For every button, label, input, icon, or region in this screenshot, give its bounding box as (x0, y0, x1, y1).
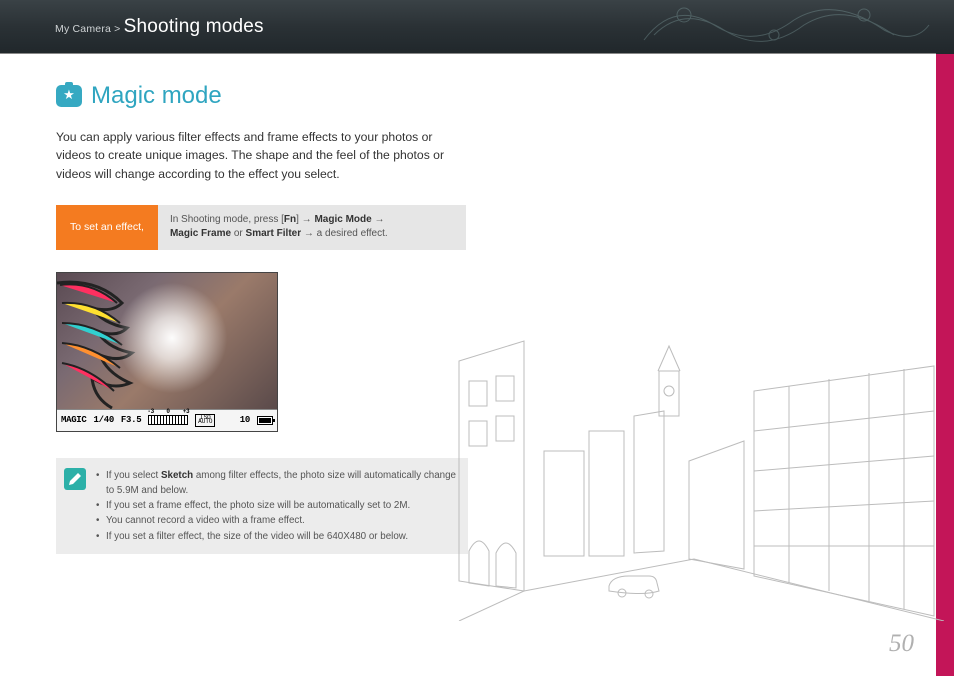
instr-pre: In Shooting mode, press [ (170, 214, 284, 225)
instr-or: or (234, 228, 243, 239)
instruction-body: In Shooting mode, press [Fn] → Magic Mod… (158, 205, 466, 250)
note-text: You cannot record a video with a frame e… (106, 515, 305, 526)
breadcrumb-prefix: My Camera > (55, 23, 121, 35)
list-item: If you set a frame effect, the photo siz… (96, 498, 458, 513)
instr-fn: Fn (284, 214, 296, 225)
page-number: 50 (889, 630, 914, 658)
pen-note-icon (64, 468, 86, 490)
status-shutter: 1/40 (94, 415, 114, 425)
preview-image (57, 273, 277, 409)
instr-post: → a desired effect. (304, 228, 388, 239)
iso-value: AUTO (196, 420, 214, 425)
breadcrumb: My Camera > Shooting modes (55, 16, 264, 38)
breadcrumb-section: Shooting modes (124, 16, 264, 37)
camera-star-icon: ★ (56, 85, 82, 107)
instruction-label: To set an effect, (56, 205, 158, 250)
instr-bold3: Smart Filter (246, 228, 302, 239)
instr-bold1: Magic Mode (314, 214, 371, 225)
instr-postfn: ] → (296, 214, 312, 225)
list-item: If you select Sketch among filter effect… (96, 468, 458, 498)
exposure-meter-icon: -3 0 +3 (148, 415, 188, 425)
instr-arrow1: → (374, 214, 384, 225)
title-row: ★ Magic mode (56, 82, 474, 110)
note-text: If you set a frame effect, the photo siz… (106, 500, 410, 511)
header-decoration (634, 0, 934, 60)
intro-paragraph: You can apply various filter effects and… (56, 128, 446, 183)
battery-icon (257, 416, 273, 425)
iso-indicator: ISO AUTO (195, 414, 215, 428)
notes-list: If you select Sketch among filter effect… (96, 468, 458, 544)
note-text: If you select (106, 470, 161, 481)
ev-left: -3 (147, 408, 154, 415)
page-title: Magic mode (91, 82, 222, 110)
note-text: If you set a filter effect, the size of … (106, 531, 408, 542)
status-mode: MAGIC (61, 415, 87, 425)
notes-box: If you select Sketch among filter effect… (56, 458, 468, 554)
status-count: 10 (240, 415, 250, 425)
camera-status-bar: MAGIC 1/40 F3.5 -3 0 +3 ISO AUTO 10 (57, 409, 277, 431)
side-tab (936, 0, 954, 676)
instruction-row: To set an effect, In Shooting mode, pres… (56, 205, 466, 250)
page-content: ★ Magic mode You can apply various filte… (0, 54, 954, 554)
note-bold: Sketch (161, 470, 193, 481)
page-header: My Camera > Shooting modes (0, 0, 954, 54)
ev-right: +3 (183, 408, 190, 415)
list-item: If you set a filter effect, the size of … (96, 529, 458, 544)
instr-bold2: Magic Frame (170, 228, 231, 239)
list-item: You cannot record a video with a frame e… (96, 513, 458, 528)
ev-mid: 0 (166, 408, 169, 415)
camera-preview: MAGIC 1/40 F3.5 -3 0 +3 ISO AUTO 10 (56, 272, 278, 432)
status-aperture: F3.5 (121, 415, 141, 425)
